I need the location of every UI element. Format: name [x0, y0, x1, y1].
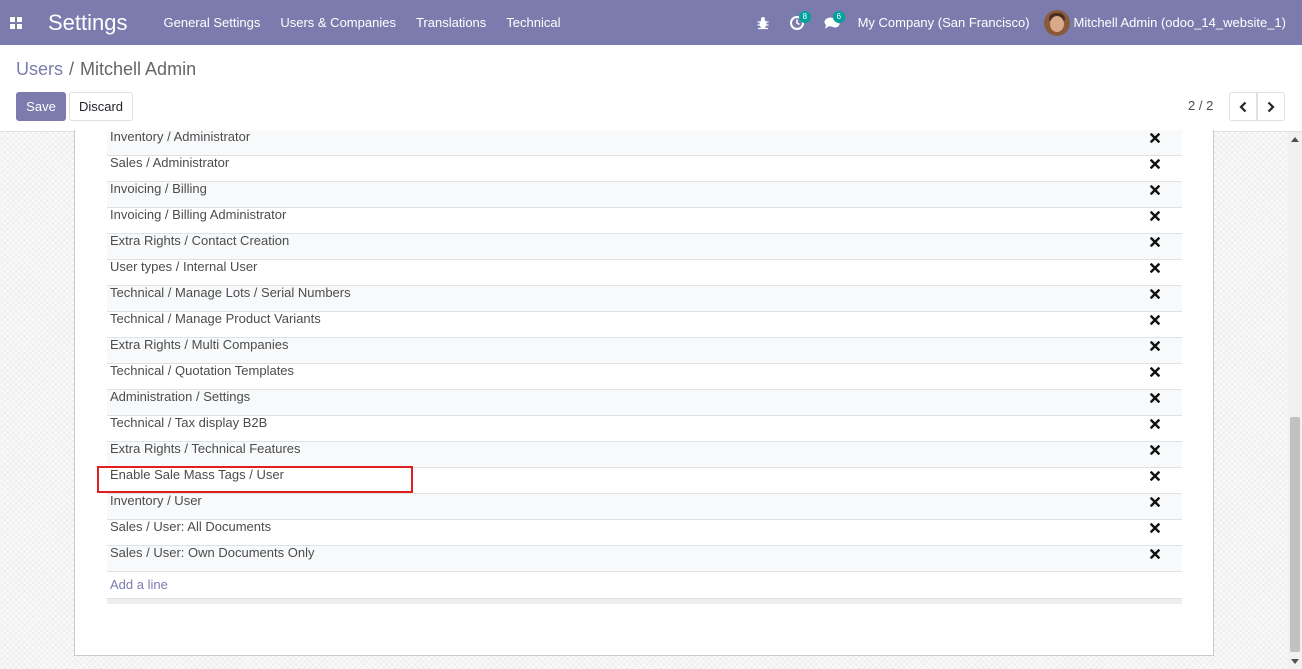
- top-navbar: Settings General Settings Users & Compan…: [0, 0, 1302, 45]
- table-row[interactable]: Invoicing / Billing: [107, 182, 1182, 208]
- scroll-thumb[interactable]: [1290, 417, 1300, 652]
- remove-row-x-icon[interactable]: [1149, 417, 1162, 430]
- table-row[interactable]: Technical / Manage Lots / Serial Numbers: [107, 286, 1182, 312]
- group-name: Inventory / User: [110, 493, 202, 508]
- table-row[interactable]: Enable Sale Mass Tags / User: [107, 468, 1182, 494]
- remove-row-x-icon[interactable]: [1149, 547, 1162, 560]
- company-switcher[interactable]: My Company (San Francisco): [858, 15, 1030, 30]
- activity-clock-icon[interactable]: 8: [789, 0, 812, 45]
- navbar-right: 8 6 My Company (San Francisco) Mitchell …: [746, 0, 1302, 45]
- user-menu[interactable]: Mitchell Admin (odoo_14_website_1): [1043, 9, 1286, 36]
- menu-general-settings[interactable]: General Settings: [164, 15, 261, 30]
- access-groups-table: Inventory / Administrator Sales / Adminis…: [107, 130, 1182, 604]
- menu-translations[interactable]: Translations: [416, 15, 486, 30]
- breadcrumb-separator: /: [69, 59, 75, 79]
- table-row[interactable]: Invoicing / Billing Administrator: [107, 208, 1182, 234]
- user-name: Mitchell Admin (odoo_14_website_1): [1073, 15, 1286, 30]
- vertical-scrollbar[interactable]: [1288, 132, 1302, 669]
- pager-previous-button[interactable]: [1229, 92, 1257, 121]
- group-name: Sales / User: All Documents: [110, 519, 272, 534]
- form-sheet: Inventory / Administrator Sales / Adminis…: [74, 130, 1214, 656]
- remove-row-x-icon[interactable]: [1149, 521, 1162, 534]
- table-footer: [107, 598, 1182, 604]
- group-name: Technical / Tax display B2B: [110, 415, 268, 430]
- table-row[interactable]: Extra Rights / Multi Companies: [107, 338, 1182, 364]
- apps-menu-icon[interactable]: [0, 0, 32, 45]
- scroll-down-arrow-icon[interactable]: [1291, 659, 1299, 664]
- breadcrumb-users-link[interactable]: Users: [16, 59, 63, 79]
- group-name: Extra Rights / Contact Creation: [110, 233, 290, 248]
- group-name: Technical / Manage Lots / Serial Numbers: [110, 285, 351, 300]
- group-name: Invoicing / Billing Administrator: [110, 207, 287, 222]
- remove-row-x-icon[interactable]: [1149, 495, 1162, 508]
- discard-button[interactable]: Discard: [69, 92, 133, 121]
- table-row[interactable]: Technical / Manage Product Variants: [107, 312, 1182, 338]
- breadcrumb: Users / Mitchell Admin: [16, 59, 196, 80]
- table-row[interactable]: User types / Internal User: [107, 260, 1182, 286]
- menu-users-companies[interactable]: Users & Companies: [280, 15, 396, 30]
- scroll-up-arrow-icon[interactable]: [1291, 137, 1299, 142]
- table-row[interactable]: Technical / Quotation Templates: [107, 364, 1182, 390]
- control-panel: Users / Mitchell Admin Save Discard 2 / 2: [0, 45, 1302, 132]
- remove-row-x-icon[interactable]: [1149, 131, 1162, 144]
- group-name: Extra Rights / Multi Companies: [110, 337, 289, 352]
- add-line-link[interactable]: Add a line: [107, 572, 1182, 598]
- message-count-badge: 6: [832, 11, 846, 23]
- group-name: User types / Internal User: [110, 259, 258, 274]
- group-name: Extra Rights / Technical Features: [110, 441, 301, 456]
- remove-row-x-icon[interactable]: [1149, 391, 1162, 404]
- remove-row-x-icon[interactable]: [1149, 287, 1162, 300]
- activity-count-badge: 8: [798, 11, 812, 23]
- group-name: Invoicing / Billing: [110, 181, 207, 196]
- remove-row-x-icon[interactable]: [1149, 209, 1162, 222]
- remove-row-x-icon[interactable]: [1149, 313, 1162, 326]
- table-row[interactable]: Administration / Settings: [107, 390, 1182, 416]
- chevron-left-icon: [1239, 101, 1247, 112]
- group-name: Technical / Quotation Templates: [110, 363, 295, 378]
- menu-technical[interactable]: Technical: [506, 15, 560, 30]
- debug-bug-icon[interactable]: [756, 0, 770, 45]
- group-name: Inventory / Administrator: [110, 129, 251, 144]
- table-row[interactable]: Extra Rights / Technical Features: [107, 442, 1182, 468]
- table-row[interactable]: Technical / Tax display B2B: [107, 416, 1182, 442]
- table-row[interactable]: Sales / Administrator: [107, 156, 1182, 182]
- pager-next-button[interactable]: [1257, 92, 1285, 121]
- remove-row-x-icon[interactable]: [1149, 235, 1162, 248]
- messages-chat-icon[interactable]: 6: [824, 0, 846, 45]
- group-name: Technical / Manage Product Variants: [110, 311, 321, 326]
- group-name: Enable Sale Mass Tags / User: [110, 467, 284, 482]
- remove-row-x-icon[interactable]: [1149, 157, 1162, 170]
- group-name: Administration / Settings: [110, 389, 251, 404]
- table-row[interactable]: Extra Rights / Contact Creation: [107, 234, 1182, 260]
- table-row[interactable]: Sales / User: All Documents: [107, 520, 1182, 546]
- avatar: [1043, 9, 1070, 36]
- form-content-area: Inventory / Administrator Sales / Adminis…: [0, 130, 1288, 669]
- group-name: Sales / Administrator: [110, 155, 230, 170]
- pager-value[interactable]: 2 / 2: [1188, 98, 1213, 113]
- group-name: Sales / User: Own Documents Only: [110, 545, 315, 560]
- remove-row-x-icon[interactable]: [1149, 339, 1162, 352]
- app-brand[interactable]: Settings: [48, 10, 128, 36]
- remove-row-x-icon[interactable]: [1149, 261, 1162, 274]
- table-row[interactable]: Inventory / Administrator: [107, 130, 1182, 156]
- table-row[interactable]: Sales / User: Own Documents Only: [107, 546, 1182, 572]
- chevron-right-icon: [1267, 101, 1275, 112]
- breadcrumb-current: Mitchell Admin: [80, 59, 197, 79]
- remove-row-x-icon[interactable]: [1149, 365, 1162, 378]
- remove-row-x-icon[interactable]: [1149, 469, 1162, 482]
- remove-row-x-icon[interactable]: [1149, 443, 1162, 456]
- save-button[interactable]: Save: [16, 92, 66, 121]
- table-row[interactable]: Inventory / User: [107, 494, 1182, 520]
- remove-row-x-icon[interactable]: [1149, 183, 1162, 196]
